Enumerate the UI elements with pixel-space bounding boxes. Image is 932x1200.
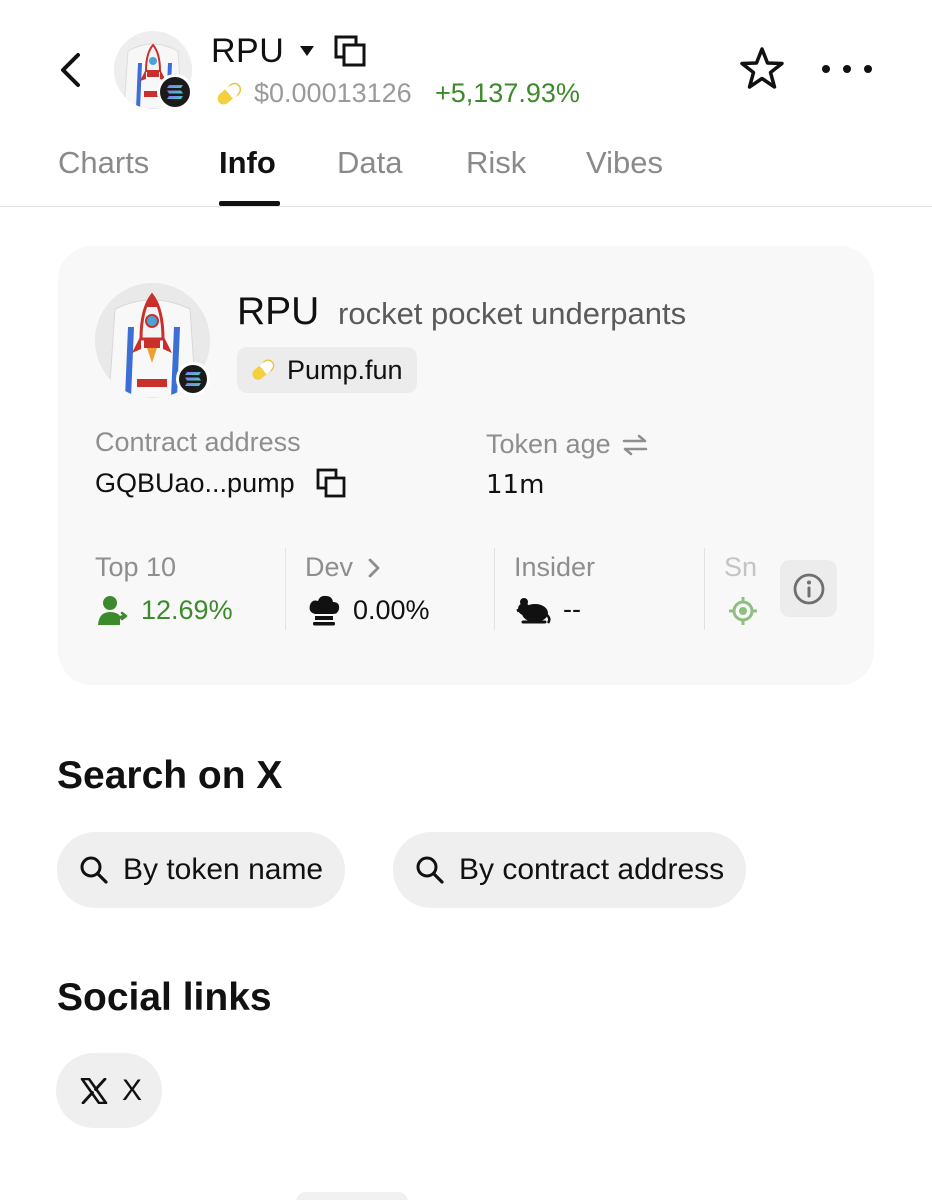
stat-divider bbox=[285, 548, 286, 630]
stat-top10: 12.69% bbox=[97, 594, 233, 626]
search-icon bbox=[80, 856, 108, 884]
pill-icon bbox=[214, 81, 244, 107]
social-links-title: Social links bbox=[57, 976, 272, 1019]
contract-address-value[interactable]: GQBUao...pump bbox=[95, 468, 295, 499]
chevron-left-icon bbox=[61, 53, 80, 87]
chevron-right-icon bbox=[368, 558, 380, 577]
contract-address-label: Contract address bbox=[95, 427, 301, 457]
search-by-token-name-label: By token name bbox=[123, 853, 324, 886]
info-icon bbox=[793, 573, 824, 604]
token-full-name: rocket pocket underpants bbox=[338, 296, 687, 331]
stat-dev: 0.00% bbox=[307, 594, 430, 626]
info-button[interactable] bbox=[780, 560, 837, 617]
stat-top10-label: Top 10 bbox=[95, 552, 177, 582]
stat-dev-value: 0.00% bbox=[353, 594, 430, 625]
search-by-token-name-button[interactable]: By token name bbox=[57, 832, 346, 908]
stat-divider bbox=[494, 548, 495, 630]
platform-badge[interactable]: Pump.fun bbox=[237, 347, 417, 393]
x-social-link[interactable]: X bbox=[56, 1053, 163, 1128]
search-icon bbox=[416, 856, 444, 884]
tab-divider bbox=[0, 206, 932, 207]
x-logo-icon bbox=[80, 1077, 108, 1104]
pill-icon bbox=[252, 359, 275, 380]
stat-insider-value: -- bbox=[563, 594, 581, 624]
token-age-label: Token age bbox=[486, 429, 611, 459]
favorite-star-icon[interactable] bbox=[738, 45, 786, 93]
stat-sniper-truncated: Sn bbox=[724, 546, 758, 636]
tab-info[interactable]: Info bbox=[219, 145, 276, 181]
tab-risk[interactable]: Risk bbox=[466, 145, 526, 181]
crosshair-icon bbox=[729, 597, 757, 625]
header-price: $0.00013126 bbox=[254, 78, 412, 108]
solana-chain-icon bbox=[176, 362, 210, 396]
stat-dev-label: Dev bbox=[305, 552, 354, 582]
solana-chain-icon bbox=[157, 74, 193, 110]
tab-charts[interactable]: Charts bbox=[58, 145, 149, 181]
stat-top10-value: 12.69% bbox=[141, 594, 233, 625]
rat-icon bbox=[516, 597, 551, 624]
stat-insider-label: Insider bbox=[514, 552, 596, 582]
next-section-peek bbox=[296, 1192, 408, 1200]
tab-data[interactable]: Data bbox=[337, 145, 402, 181]
token-age-label-row[interactable]: Token age bbox=[486, 429, 649, 460]
search-by-contract-address-button[interactable]: By contract address bbox=[393, 832, 747, 908]
back-button[interactable] bbox=[50, 48, 90, 92]
user-share-icon bbox=[98, 596, 128, 625]
platform-label: Pump.fun bbox=[287, 354, 403, 385]
copy-icon[interactable] bbox=[333, 34, 367, 68]
more-options-icon[interactable] bbox=[822, 52, 872, 86]
token-age-value: 11m bbox=[486, 470, 545, 500]
stat-sniper-label: Sn bbox=[724, 552, 758, 582]
tab-vibes[interactable]: Vibes bbox=[586, 145, 663, 181]
search-on-x-title: Search on X bbox=[57, 754, 283, 797]
token-symbol: RPU bbox=[237, 290, 320, 333]
stat-divider bbox=[704, 548, 705, 630]
search-by-contract-address-label: By contract address bbox=[459, 853, 725, 886]
stat-dev-label-row[interactable]: Dev bbox=[305, 552, 381, 583]
stat-insider: -- bbox=[515, 594, 581, 625]
header-token-symbol: RPU bbox=[211, 32, 285, 70]
chef-hat-icon bbox=[309, 595, 340, 626]
x-social-label: X bbox=[122, 1073, 143, 1107]
header-price-change: +5,137.93% bbox=[435, 78, 580, 108]
caret-down-icon[interactable] bbox=[298, 44, 316, 58]
swap-arrows-icon bbox=[622, 434, 647, 455]
copy-icon[interactable] bbox=[316, 468, 346, 498]
